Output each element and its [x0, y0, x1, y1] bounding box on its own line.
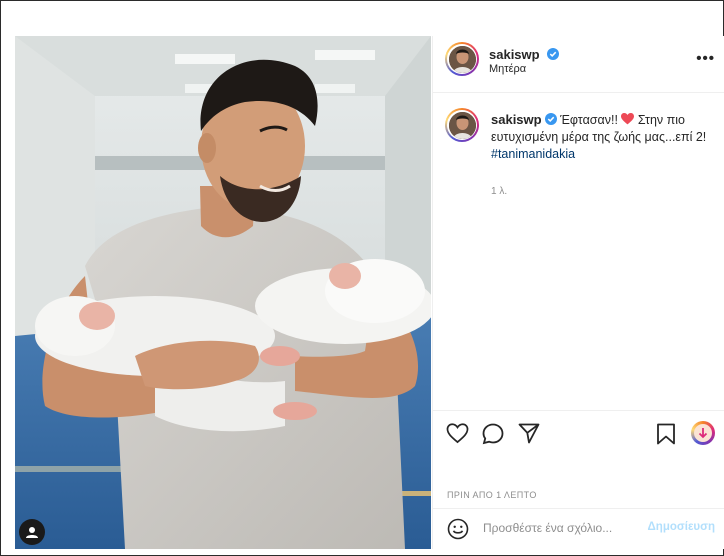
arrow-down-icon: [698, 428, 708, 439]
heart-icon[interactable]: [446, 423, 469, 444]
caption-avatar[interactable]: [445, 108, 479, 142]
caption-username[interactable]: sakiswp: [491, 112, 542, 127]
post-comment-button[interactable]: Δημοσίευση: [648, 521, 715, 533]
photo-illustration: [15, 36, 431, 549]
more-options-button[interactable]: •••: [696, 50, 715, 67]
action-bar: [433, 410, 724, 457]
comment-icon[interactable]: [482, 423, 504, 445]
comment-bar: Δημοσίευση: [433, 508, 724, 550]
post-side-panel: sakiswp Μητέρα ••• sakiswp Έφτασαν!! Στη…: [432, 36, 724, 549]
caption-text-start: Έφτασαν!!: [560, 113, 622, 127]
post-photo[interactable]: [15, 36, 431, 549]
save-icon[interactable]: [656, 423, 676, 445]
comment-input[interactable]: [481, 520, 655, 536]
post-location[interactable]: Μητέρα: [489, 63, 526, 75]
smiley-icon[interactable]: [447, 518, 469, 540]
post-caption: sakiswp Έφτασαν!! Στην πιο ευτυχισμένη μ…: [491, 111, 716, 163]
verified-badge-icon: [544, 113, 557, 125]
caption-time-ago: 1 λ.: [491, 186, 508, 197]
post-timestamp: ΠΡΙΝ ΑΠΟ 1 ΛΕΠΤΟ: [447, 490, 537, 500]
person-icon: [26, 527, 38, 538]
post-header: sakiswp Μητέρα •••: [433, 36, 724, 93]
red-heart-emoji-icon: [621, 113, 635, 125]
author-username[interactable]: sakiswp: [489, 47, 540, 62]
share-icon[interactable]: [518, 423, 540, 444]
hashtag-link[interactable]: #tanimanidakia: [491, 147, 575, 161]
tagged-user-icon[interactable]: [19, 519, 45, 545]
verified-badge-icon: [547, 48, 560, 60]
igtv-icon[interactable]: [691, 421, 715, 445]
author-avatar[interactable]: [445, 42, 479, 76]
window-frame: sakiswp Μητέρα ••• sakiswp Έφτασαν!! Στη…: [0, 0, 724, 556]
